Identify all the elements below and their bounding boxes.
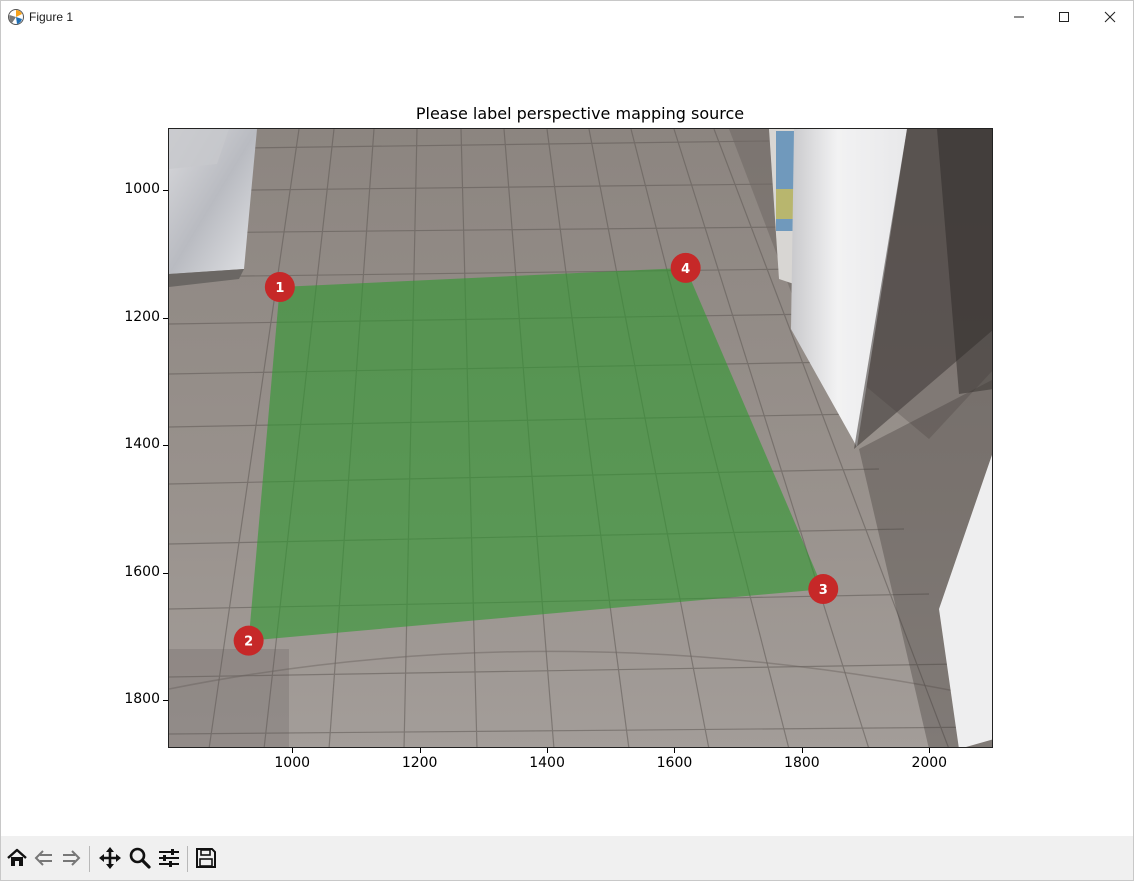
x-tick-mark [292,748,294,753]
x-tick-mark [547,748,549,753]
y-tick-label: 1600 [124,563,160,580]
y-tick-label: 1000 [124,181,160,198]
axes-image[interactable]: 1 2 3 4 [168,128,993,748]
y-tick-label: 1800 [124,691,160,708]
title-bar: Figure 1 [1,1,1133,33]
x-tick-label: 1000 [274,755,311,771]
corner-marker-label-2: 2 [244,635,253,650]
navigation-toolbar [1,836,1133,880]
camera-frame-image: 1 2 3 4 [169,129,992,747]
back-arrow-icon [34,850,52,866]
x-tick-label: 1400 [529,755,565,771]
x-tick-mark [801,748,803,753]
home-icon [7,848,27,866]
minimize-icon [1014,16,1024,18]
zoom-icon [129,847,151,869]
close-button[interactable] [1087,1,1133,33]
save-icon [196,848,216,868]
x-tick-label: 2000 [911,755,948,771]
sliders-icon [159,849,179,867]
x-tick-mark [929,748,931,753]
matplotlib-app-icon [8,9,24,25]
move-icon [99,847,121,869]
axes-title: Please label perspective mapping source [415,104,745,123]
close-icon [1104,11,1116,23]
window-title: Figure 1 [29,10,74,24]
save-button[interactable] [192,844,220,872]
maximize-button[interactable] [1041,1,1087,33]
figure-window: Figure 1 Please label perspective mappin… [0,0,1134,881]
marble-bench [169,129,257,287]
back-button[interactable] [30,844,58,872]
x-tick-mark [674,748,676,753]
x-tick-label: 1800 [784,755,820,771]
y-tick-label: 1200 [124,308,160,325]
minimize-button[interactable] [996,1,1042,33]
corner-marker-label-4: 4 [681,262,690,277]
maximize-icon [1059,12,1069,22]
x-tick-label: 1200 [401,755,438,771]
configure-subplots-button[interactable] [155,844,183,872]
toolbar-separator [187,846,188,872]
forward-arrow-icon [63,850,81,866]
toolbar-separator [89,846,90,872]
pan-button[interactable] [96,844,124,872]
forward-button[interactable] [57,844,85,872]
zoom-button[interactable] [126,844,154,872]
corner-marker-label-3: 3 [819,583,828,598]
home-button[interactable] [3,844,31,872]
x-tick-label: 1600 [656,755,693,771]
x-tick-mark [419,748,421,753]
corner-marker-label-1: 1 [275,281,284,296]
y-tick-label: 1400 [124,436,160,453]
